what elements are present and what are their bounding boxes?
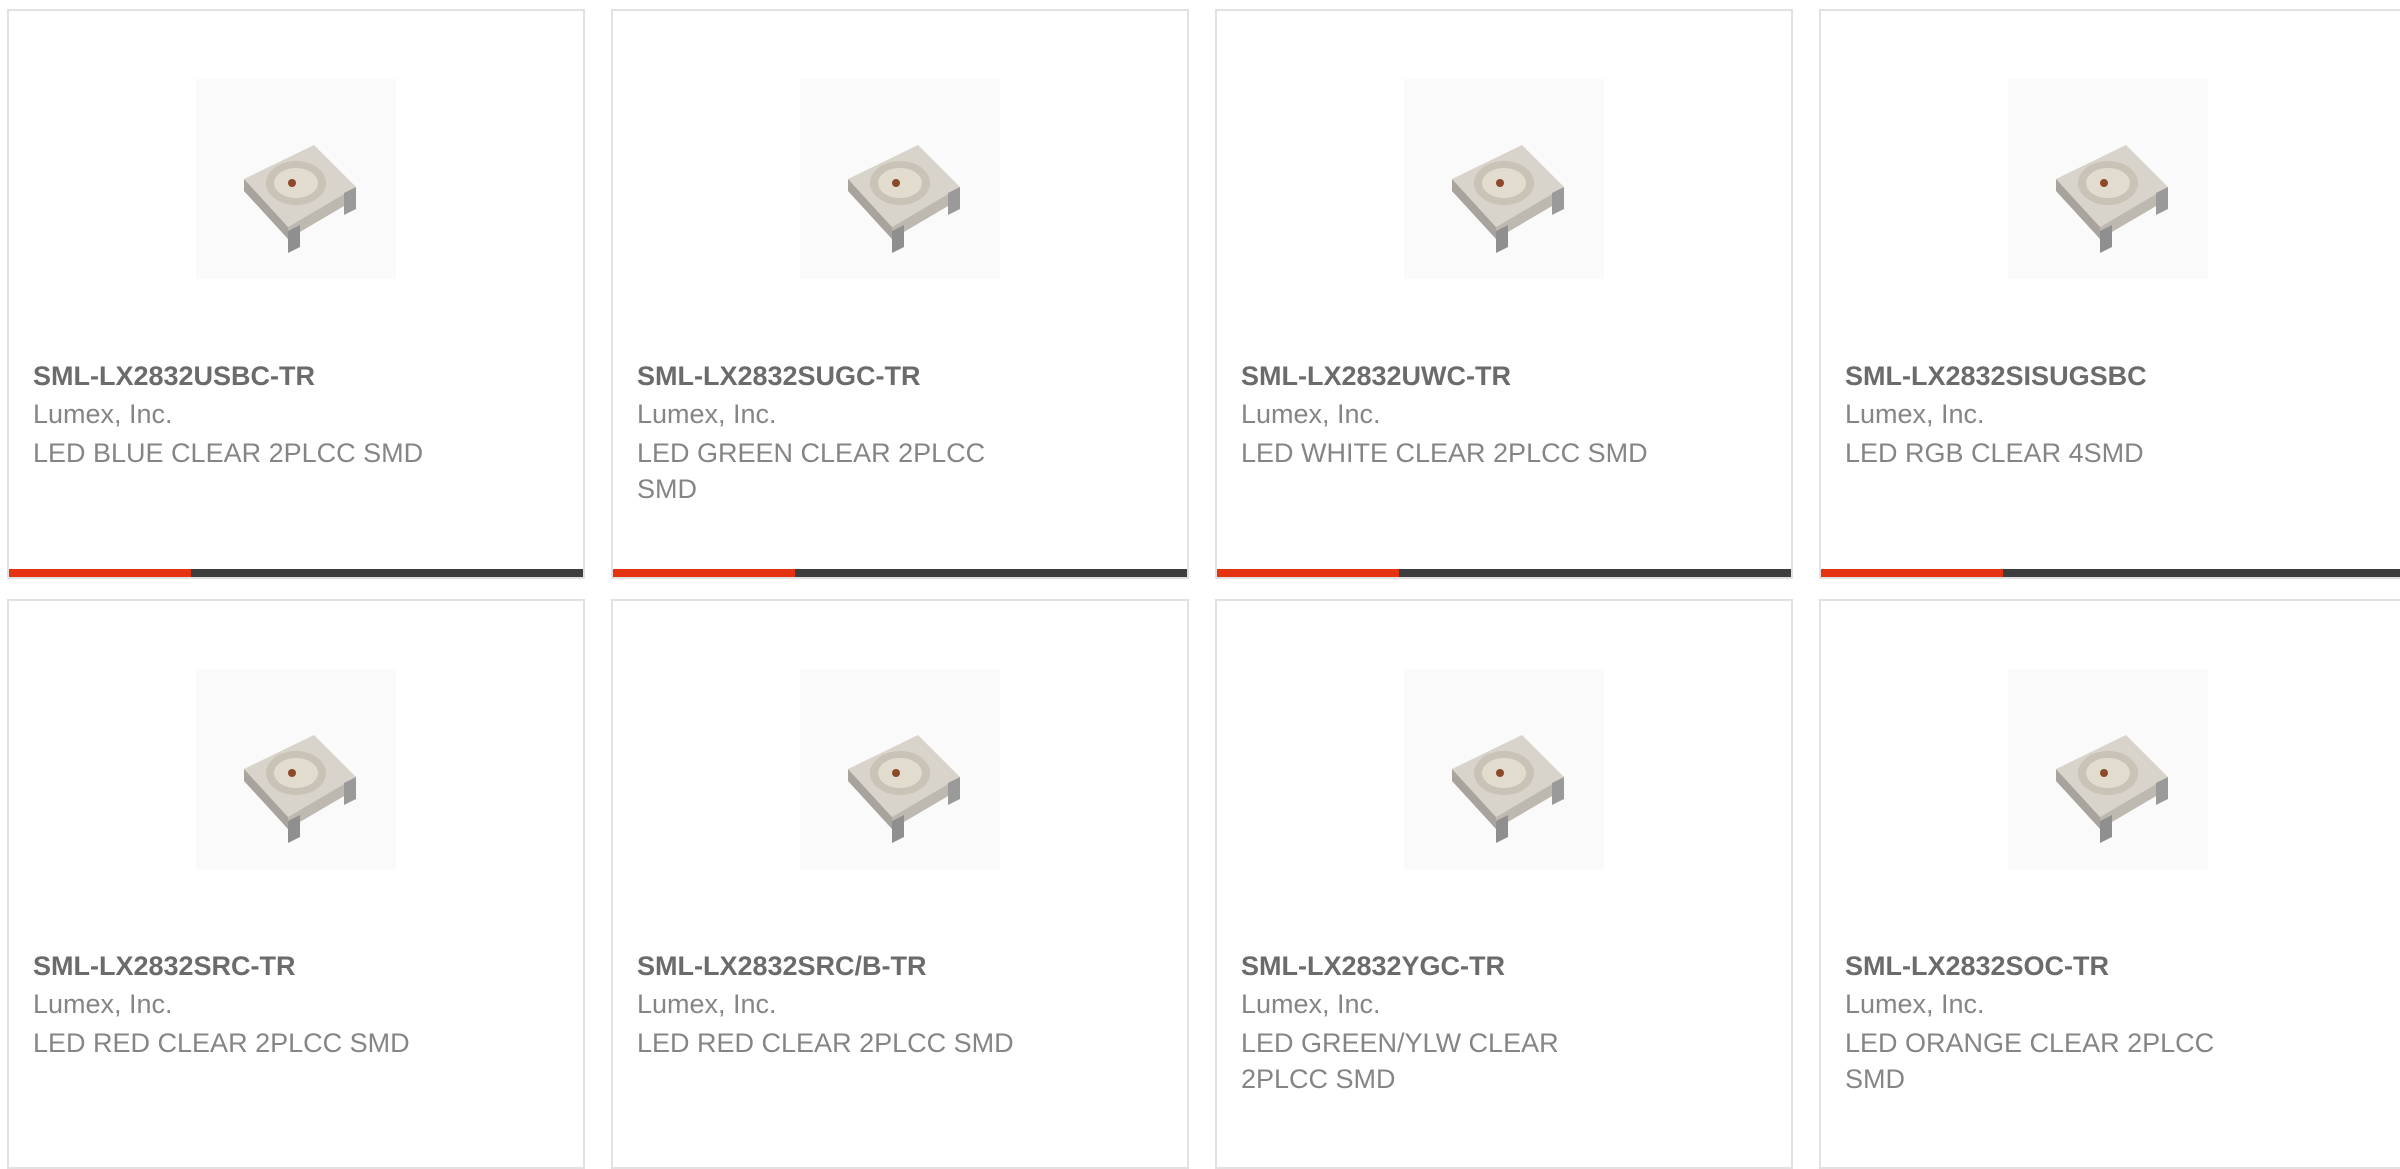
card-footer-bar bbox=[1217, 569, 1791, 577]
product-card[interactable]: SML-LX2832SUGC-TR Lumex, Inc. LED GREEN … bbox=[611, 9, 1189, 579]
part-number[interactable]: SML-LX2832SISUGSBC bbox=[1845, 361, 2147, 392]
card-footer-bar bbox=[613, 569, 1187, 577]
part-number[interactable]: SML-LX2832SUGC-TR bbox=[637, 361, 921, 392]
smd-led-icon[interactable] bbox=[196, 669, 396, 869]
product-card[interactable]: SML-LX2832SOC-TR Lumex, Inc. LED ORANGE … bbox=[1819, 599, 2400, 1169]
part-number[interactable]: SML-LX2832USBC-TR bbox=[33, 361, 315, 392]
product-card[interactable]: SML-LX2832SISUGSBC Lumex, Inc. LED RGB C… bbox=[1819, 9, 2400, 579]
card-accent-bar bbox=[9, 569, 191, 577]
product-grid: SML-LX2832USBC-TR Lumex, Inc. LED BLUE C… bbox=[0, 0, 2400, 1169]
manufacturer-name: Lumex, Inc. bbox=[1845, 989, 1985, 1019]
product-description: LED RED CLEAR 2PLCC SMD bbox=[33, 1028, 410, 1058]
manufacturer-name: Lumex, Inc. bbox=[1845, 399, 1985, 429]
smd-led-icon[interactable] bbox=[1404, 669, 1604, 869]
smd-led-icon[interactable] bbox=[2008, 669, 2208, 869]
card-accent-bar bbox=[1217, 569, 1399, 577]
product-description: LED BLUE CLEAR 2PLCC SMD bbox=[33, 438, 424, 468]
smd-led-icon[interactable] bbox=[196, 79, 396, 279]
product-card[interactable]: SML-LX2832UWC-TR Lumex, Inc. LED WHITE C… bbox=[1215, 9, 1793, 579]
card-accent-bar bbox=[1821, 569, 2003, 577]
product-description: LED ORANGE CLEAR 2PLCC SMD bbox=[1845, 1028, 2215, 1094]
manufacturer-name: Lumex, Inc. bbox=[33, 989, 173, 1019]
product-description: LED RED CLEAR 2PLCC SMD bbox=[637, 1028, 1014, 1058]
smd-led-icon[interactable] bbox=[800, 79, 1000, 279]
part-number[interactable]: SML-LX2832SOC-TR bbox=[1845, 951, 2109, 982]
product-description: LED WHITE CLEAR 2PLCC SMD bbox=[1241, 438, 1648, 468]
product-card[interactable]: SML-LX2832USBC-TR Lumex, Inc. LED BLUE C… bbox=[7, 9, 585, 579]
product-card[interactable]: SML-LX2832YGC-TR Lumex, Inc. LED GREEN/Y… bbox=[1215, 599, 1793, 1169]
card-accent-bar bbox=[613, 569, 795, 577]
product-card[interactable]: SML-LX2832SRC/B-TR Lumex, Inc. LED RED C… bbox=[611, 599, 1189, 1169]
product-card[interactable]: SML-LX2832SRC-TR Lumex, Inc. LED RED CLE… bbox=[7, 599, 585, 1169]
manufacturer-name: Lumex, Inc. bbox=[33, 399, 173, 429]
smd-led-icon[interactable] bbox=[2008, 79, 2208, 279]
product-description: LED GREEN CLEAR 2PLCC SMD bbox=[637, 438, 986, 504]
part-number[interactable]: SML-LX2832SRC-TR bbox=[33, 951, 296, 982]
manufacturer-name: Lumex, Inc. bbox=[1241, 989, 1381, 1019]
manufacturer-name: Lumex, Inc. bbox=[1241, 399, 1381, 429]
manufacturer-name: Lumex, Inc. bbox=[637, 989, 777, 1019]
part-number[interactable]: SML-LX2832UWC-TR bbox=[1241, 361, 1511, 392]
product-description: LED GREEN/YLW CLEAR 2PLCC SMD bbox=[1241, 1028, 1559, 1094]
smd-led-icon[interactable] bbox=[800, 669, 1000, 869]
product-description: LED RGB CLEAR 4SMD bbox=[1845, 438, 2144, 468]
part-number[interactable]: SML-LX2832SRC/B-TR bbox=[637, 951, 927, 982]
part-number[interactable]: SML-LX2832YGC-TR bbox=[1241, 951, 1505, 982]
card-footer-bar bbox=[1821, 569, 2400, 577]
smd-led-icon[interactable] bbox=[1404, 79, 1604, 279]
card-footer-bar bbox=[9, 569, 583, 577]
manufacturer-name: Lumex, Inc. bbox=[637, 399, 777, 429]
